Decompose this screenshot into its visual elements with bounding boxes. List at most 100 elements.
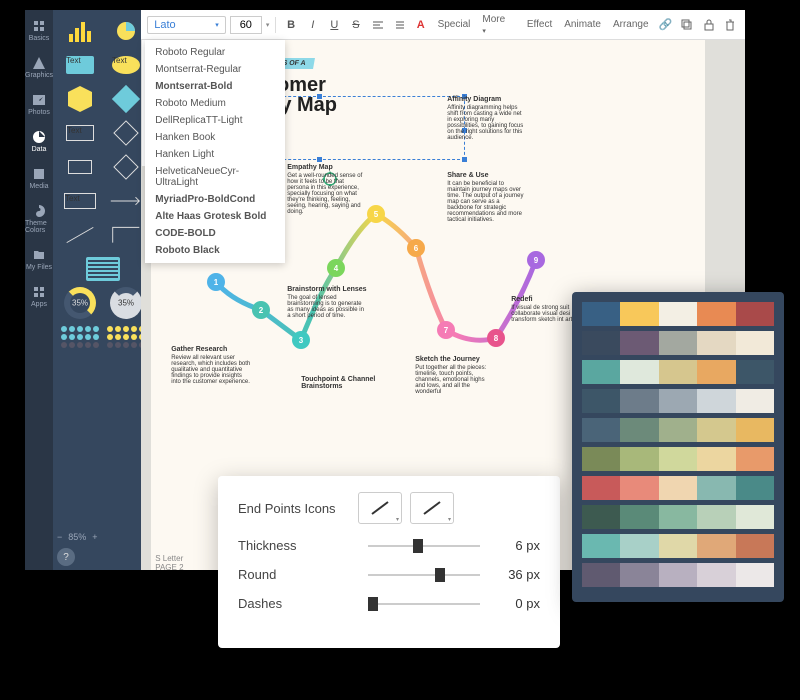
zoom-in[interactable]: + [92, 532, 97, 542]
svg-text:7: 7 [444, 326, 449, 335]
endpoint-end[interactable] [410, 492, 454, 524]
copy-icon[interactable] [678, 16, 696, 34]
zoom-value: 85% [68, 532, 86, 542]
dashes-slider[interactable] [368, 603, 480, 605]
shape-grid: Text Text Text Text Text Text 35% 35% 35… [61, 18, 133, 350]
bold-button[interactable]: B [282, 16, 300, 34]
page-info: S LetterPAGE 2 [155, 554, 183, 572]
palette-row[interactable] [582, 476, 774, 500]
journey-step-block[interactable]: Touchpoint & Channel Brainstorms [301, 376, 381, 392]
round-slider[interactable] [368, 574, 480, 576]
slider-label: Round [238, 567, 358, 582]
svg-text:2: 2 [259, 306, 264, 315]
link-icon[interactable]: 🔗 [657, 16, 675, 34]
hex-outline[interactable] [61, 154, 99, 180]
rail-theme-colors[interactable]: Theme Colors [25, 201, 53, 237]
font-option[interactable]: DellReplicaTT-Light [145, 112, 285, 129]
font-option[interactable]: Hanken Book [145, 129, 285, 146]
journey-step-block[interactable]: Empathy MapGet a well-rounded sense of h… [287, 164, 367, 215]
palette-row[interactable] [582, 302, 774, 326]
palette-row[interactable] [582, 331, 774, 355]
font-option[interactable]: Hanken Light [145, 146, 285, 163]
diamond-shape[interactable] [107, 86, 141, 112]
svg-text:5: 5 [374, 210, 379, 219]
pie-icon[interactable] [107, 18, 141, 44]
animate-button[interactable]: Animate [560, 19, 605, 30]
palette-row[interactable] [582, 505, 774, 529]
slider-label: Dashes [238, 596, 358, 611]
thickness-slider[interactable] [368, 545, 480, 547]
journey-step-block[interactable]: Brainstorm with LensesThe goal of lensed… [287, 286, 367, 319]
align-button[interactable] [369, 16, 387, 34]
rail-basics[interactable]: Basics [29, 16, 50, 45]
list-button[interactable] [390, 16, 408, 34]
effect-button[interactable]: Effect [523, 19, 556, 30]
slider-value: 0 px [490, 596, 540, 611]
arrange-button[interactable]: Arrange [609, 19, 653, 30]
journey-step-block[interactable]: Gather ResearchReview all relevant user … [171, 346, 251, 385]
font-select[interactable]: Lato▾ [147, 16, 226, 34]
donut-yellow[interactable]: 35% [61, 290, 99, 316]
bar-chart-icon[interactable] [61, 18, 99, 44]
diamond-outline[interactable] [107, 120, 141, 146]
palette-row[interactable] [582, 563, 774, 587]
font-size-input[interactable] [230, 16, 262, 34]
palette-row[interactable] [582, 360, 774, 384]
page-title-1[interactable]: stomer [259, 75, 687, 95]
hexagon-shape[interactable] [61, 86, 99, 112]
font-option[interactable]: CODE-BOLD [145, 225, 285, 242]
left-rail: Basics Graphics Photos Data Media Theme Color… [25, 10, 53, 570]
svg-text:3: 3 [299, 336, 304, 345]
font-option[interactable]: Montserrat-Bold [145, 78, 285, 95]
line-elbow[interactable] [107, 222, 141, 248]
palette-panel [572, 292, 784, 602]
rail-photos[interactable]: Photos [28, 90, 50, 119]
more-button[interactable]: More ▾ [478, 14, 514, 36]
font-option[interactable]: Roboto Black [145, 242, 285, 259]
font-option[interactable]: Alte Haas Grotesk Bold [145, 208, 285, 225]
strike-button[interactable]: S [347, 16, 365, 34]
trash-icon[interactable] [721, 16, 739, 34]
help-button[interactable]: ? [57, 548, 75, 566]
text-box[interactable]: Text [61, 188, 99, 214]
rail-graphics[interactable]: Graphics [25, 53, 53, 82]
zoom-out[interactable]: − [57, 532, 62, 542]
palette-row[interactable] [582, 447, 774, 471]
rail-apps[interactable]: Apps [31, 282, 47, 311]
line-diag[interactable] [61, 222, 99, 248]
font-option[interactable]: Roboto Regular [145, 44, 285, 61]
endpoint-start[interactable] [358, 492, 402, 524]
rail-media[interactable]: Media [29, 164, 48, 193]
arrow-right[interactable] [107, 188, 141, 214]
text-color-button[interactable]: A [412, 16, 430, 34]
rail-my-files[interactable]: My Files [26, 245, 52, 274]
font-option[interactable]: Montserrat-Regular [145, 61, 285, 78]
journey-step-block[interactable]: Affinity DiagramAffinity diagramming hel… [447, 96, 527, 141]
svg-text:8: 8 [494, 334, 499, 343]
font-option[interactable]: MyriadPro-BoldCond [145, 191, 285, 208]
palette-row[interactable] [582, 534, 774, 558]
rect-shape[interactable]: Text [61, 52, 99, 78]
palette-row[interactable] [582, 418, 774, 442]
dot-grid-blue[interactable] [61, 324, 99, 350]
journey-step-block[interactable]: Sketch the JourneyPut together all the p… [415, 356, 495, 395]
donut-grey[interactable]: 35% [107, 290, 141, 316]
svg-text:1: 1 [214, 278, 219, 287]
dot-grid-yellow[interactable] [107, 324, 141, 350]
lock-icon[interactable] [700, 16, 718, 34]
palette-row[interactable] [582, 389, 774, 413]
ellipse-shape[interactable]: Text [107, 52, 141, 78]
font-option[interactable]: Roboto Medium [145, 95, 285, 112]
rail-data[interactable]: Data [32, 127, 47, 156]
special-button[interactable]: Special [434, 19, 475, 30]
journey-step-block[interactable]: Share & UseIt can be beneficial to maint… [447, 172, 527, 223]
svg-text:9: 9 [534, 256, 539, 265]
italic-button[interactable]: I [304, 16, 322, 34]
diamond-outline-2[interactable] [107, 154, 141, 180]
rect-outline[interactable]: Text [61, 120, 99, 146]
calendar-shape[interactable] [61, 256, 141, 282]
underline-button[interactable]: U [326, 16, 344, 34]
svg-text:4: 4 [334, 264, 339, 273]
top-toolbar: Lato▾ ▾ B I U S A Special More ▾ Effect … [141, 10, 745, 40]
font-option[interactable]: HelveticaNeueCyr-UltraLight [145, 163, 285, 191]
